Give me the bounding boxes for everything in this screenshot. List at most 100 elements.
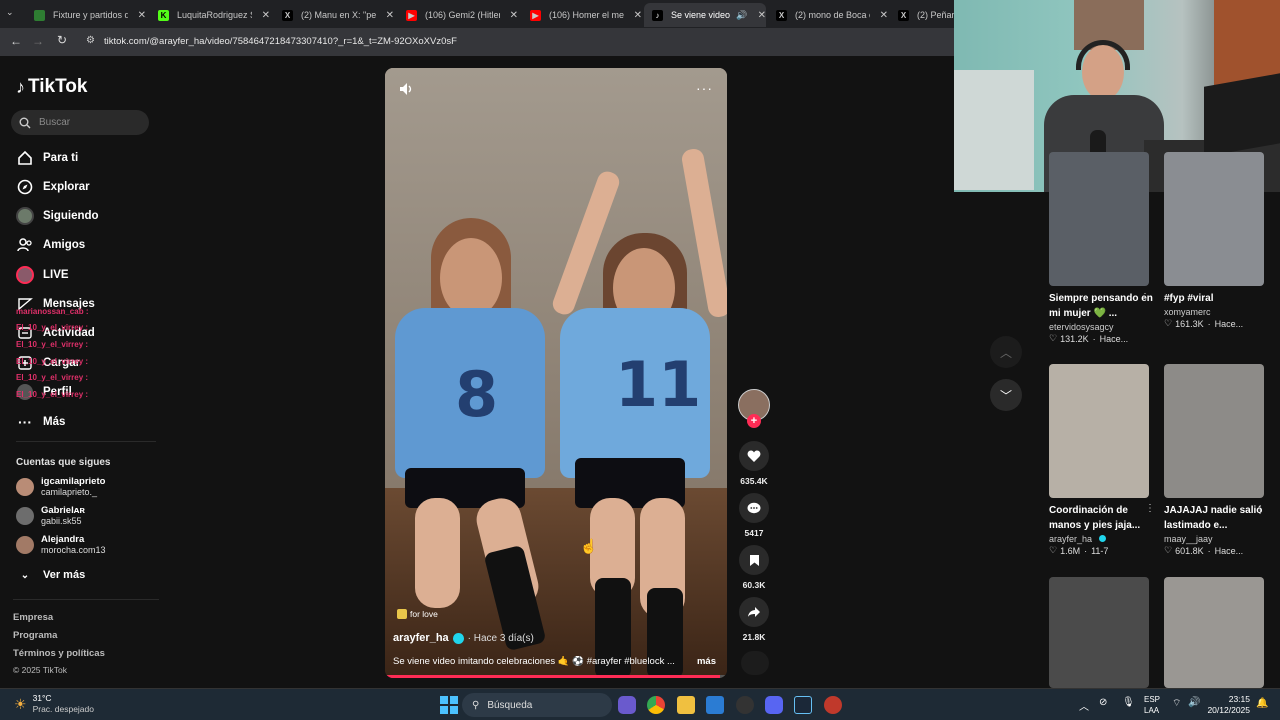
- heart-icon[interactable]: [739, 441, 769, 471]
- wifi-icon[interactable]: ⌔: [1172, 697, 1181, 710]
- account-name[interactable]: arayfer_ha: [1049, 534, 1149, 544]
- stream-chat-line: El_10_y_el_virrey :: [16, 323, 89, 332]
- footer-link[interactable]: Programa: [13, 630, 57, 641]
- site-info-icon[interactable]: ⚙: [86, 35, 95, 46]
- footer-link[interactable]: Términos y políticas: [13, 648, 105, 659]
- more-link[interactable]: más: [697, 656, 716, 667]
- close-icon[interactable]: ✕: [758, 10, 766, 21]
- app-icon[interactable]: [824, 696, 842, 714]
- more-options-icon[interactable]: ⋮: [1145, 503, 1155, 514]
- video-thumbnail[interactable]: [1049, 577, 1149, 688]
- following-account[interactable]: igcamilaprieto camilaprieto._: [16, 476, 105, 498]
- close-icon[interactable]: ✕: [634, 10, 642, 21]
- browser-tab[interactable]: Fixture y partidos de ✕: [26, 3, 146, 27]
- footer-link[interactable]: Empresa: [13, 612, 53, 623]
- video-author[interactable]: arayfer_ha · Hace 3 día(s): [393, 632, 534, 644]
- recommended-video[interactable]: [1049, 577, 1149, 688]
- follow-plus-button[interactable]: +: [747, 414, 761, 428]
- store-icon[interactable]: [706, 696, 724, 714]
- notification-bell-icon[interactable]: 🔔: [1256, 698, 1268, 709]
- dots-menu-icon[interactable]: ⋮: [1255, 505, 1265, 516]
- video-player[interactable]: 8 11 ··· for love arayfer_ha · Hace 3 día…: [385, 68, 727, 678]
- browser-tab[interactable]: X (2) mono de Boca en ✕: [768, 3, 888, 27]
- recommended-video[interactable]: Siempre pensando en mi mujer 💚 ... eterv…: [1049, 152, 1153, 344]
- account-name[interactable]: etervidosysagcy: [1049, 322, 1149, 332]
- next-video-button[interactable]: ﹀: [990, 379, 1022, 411]
- network-icon[interactable]: ⊘: [1099, 697, 1107, 708]
- account-name[interactable]: maay__jaay: [1164, 534, 1264, 544]
- recommended-video[interactable]: [1164, 577, 1264, 688]
- volume-icon[interactable]: [399, 82, 415, 96]
- close-icon[interactable]: ✕: [880, 10, 888, 21]
- video-title[interactable]: Coordinación de manos y pies jaja...: [1049, 503, 1157, 533]
- weather-widget[interactable]: ☀ 31°C Prac. despejado: [14, 693, 94, 715]
- browser-tab[interactable]: ▶ (106) Gemi2 (Hitler M ✕: [398, 3, 518, 27]
- close-icon[interactable]: ✕: [386, 10, 394, 21]
- back-icon[interactable]: ←: [10, 34, 22, 48]
- like-action[interactable]: 635.4K: [737, 441, 771, 486]
- close-icon[interactable]: ✕: [138, 10, 146, 21]
- recommended-video[interactable]: #fyp #viral xomyamerc ♡ 161.3K · Hace...: [1164, 152, 1264, 329]
- following-account[interactable]: Gabrielᴀʀ gabii.sk55: [16, 505, 85, 527]
- nav-explorar[interactable]: Explorar: [16, 176, 90, 198]
- url-input[interactable]: tiktok.com/@arayfer_ha/video/75846472184…: [104, 36, 457, 47]
- video-thumbnail[interactable]: [1164, 577, 1264, 688]
- share-action[interactable]: 21.8K: [737, 597, 771, 642]
- browser-tab[interactable]: K LuquitaRodriguez Str ✕: [150, 3, 270, 27]
- video-title[interactable]: #fyp #viral: [1164, 291, 1272, 306]
- music-tag[interactable]: for love: [397, 609, 438, 619]
- video-thumbnail[interactable]: [1164, 152, 1264, 286]
- tab-title: (2) mono de Boca en: [795, 10, 870, 20]
- previous-video-button[interactable]: ︿: [990, 336, 1022, 368]
- browser-tab[interactable]: ▶ (106) Homer el merc ✕: [522, 3, 642, 27]
- obs-icon[interactable]: [736, 696, 754, 714]
- close-icon[interactable]: ✕: [510, 10, 518, 21]
- nav-para-ti[interactable]: Para ti: [16, 147, 78, 169]
- see-more-button[interactable]: ⌄ Ver más: [16, 564, 85, 586]
- nav-amigos[interactable]: Amigos: [16, 234, 85, 256]
- live-icon: [16, 266, 34, 284]
- nav-siguiendo[interactable]: Siguiendo: [16, 205, 99, 227]
- account-name[interactable]: xomyamerc: [1164, 307, 1264, 317]
- windows-start-icon[interactable]: [440, 696, 458, 714]
- browser-tab[interactable]: X (2) Peñargro: [890, 3, 954, 27]
- search-input[interactable]: Buscar: [11, 110, 149, 135]
- video-thumbnail[interactable]: [1049, 152, 1149, 286]
- nav-mas[interactable]: ··· Más: [16, 411, 65, 433]
- account-name: Alejandra: [41, 534, 85, 545]
- steam-icon[interactable]: [794, 696, 812, 714]
- discord-icon[interactable]: [765, 696, 783, 714]
- tiktok-logo[interactable]: ♪ TikTok: [16, 76, 87, 98]
- taskbar-search[interactable]: ⚲ Búsqueda: [462, 693, 612, 717]
- language-indicator[interactable]: ESP LAA: [1144, 694, 1160, 716]
- share-icon[interactable]: [739, 597, 769, 627]
- browser-tab[interactable]: X (2) Manu en X: "perd ✕: [274, 3, 394, 27]
- comment-action[interactable]: 5417: [737, 493, 771, 538]
- more-actions-button[interactable]: [741, 651, 769, 675]
- more-options-icon[interactable]: ···: [696, 80, 713, 96]
- save-action[interactable]: 60.3K: [737, 545, 771, 590]
- tray-chevron-icon[interactable]: ︿: [1079, 698, 1089, 713]
- following-account[interactable]: Alejandra morocha.com13: [16, 534, 106, 556]
- file-explorer-icon[interactable]: [677, 696, 695, 714]
- speaker-icon[interactable]: 🔊: [1188, 697, 1200, 708]
- dots-menu-icon[interactable]: ⋮: [1140, 292, 1150, 303]
- tab-list-button[interactable]: ⌄: [6, 7, 20, 21]
- video-thumbnail[interactable]: [1049, 364, 1149, 498]
- clock[interactable]: 23:15 20/12/2025: [1207, 694, 1250, 716]
- close-icon[interactable]: ✕: [262, 10, 270, 21]
- browser-tab-active[interactable]: ♪ Se viene video im 🔊 ✕: [644, 3, 766, 27]
- video-thumbnail[interactable]: [1164, 364, 1264, 498]
- nav-live[interactable]: LIVE: [16, 264, 69, 286]
- video-progress-bar[interactable]: [385, 675, 727, 678]
- recommended-video[interactable]: Coordinación de manos y pies jaja... ara…: [1049, 364, 1155, 556]
- recommended-video[interactable]: JAJAJAJ nadie salió lastimado e... maay_…: [1164, 364, 1264, 556]
- speaker-icon[interactable]: 🔊: [736, 10, 747, 21]
- copilot-icon[interactable]: [618, 696, 636, 714]
- microphone-icon[interactable]: 🎙: [1122, 697, 1135, 708]
- forward-icon[interactable]: →: [32, 34, 44, 48]
- comment-icon[interactable]: [739, 493, 769, 523]
- bookmark-icon[interactable]: [739, 545, 769, 575]
- reload-icon[interactable]: ↻: [57, 33, 67, 47]
- chrome-icon[interactable]: [647, 696, 665, 714]
